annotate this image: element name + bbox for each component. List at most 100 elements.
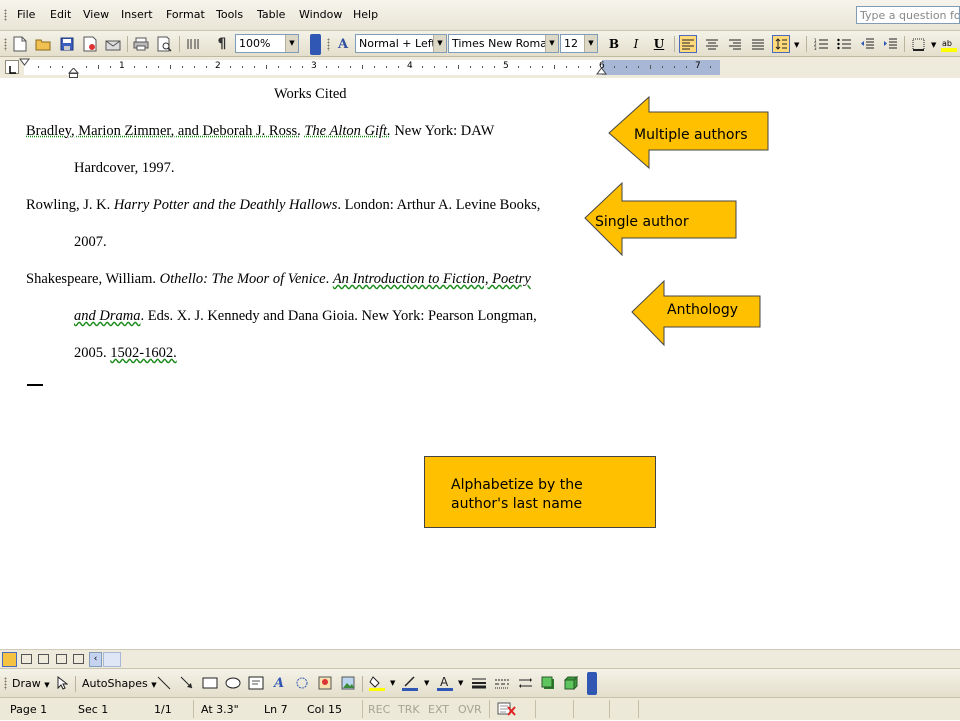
open-folder-icon[interactable] <box>34 35 52 53</box>
chevron-down-icon[interactable]: ▼ <box>931 41 936 49</box>
menu-view[interactable]: View <box>83 8 109 21</box>
status-record-macro[interactable]: REC <box>368 703 390 716</box>
rectangle-tool-icon[interactable] <box>201 674 219 692</box>
normal-view-icon[interactable] <box>2 652 17 667</box>
font-color-icon[interactable]: A <box>436 674 454 692</box>
line-tool-icon[interactable] <box>155 674 173 692</box>
arrow-tool-icon[interactable] <box>178 674 196 692</box>
oval-tool-icon[interactable] <box>224 674 242 692</box>
line-color-icon[interactable] <box>401 674 419 692</box>
toolbar-separator <box>75 676 76 692</box>
chevron-down-icon[interactable]: ▼ <box>424 679 429 687</box>
toolbar-options-icon[interactable] <box>587 672 597 695</box>
draw-menu-button[interactable]: Draw ▼ <box>12 677 50 690</box>
document-page[interactable]: Works Cited Bradley, Marion Zimmer, and … <box>0 78 960 649</box>
chevron-down-icon[interactable]: ▼ <box>584 35 597 52</box>
toolbar-separator <box>674 36 675 52</box>
menu-edit[interactable]: Edit <box>50 8 71 21</box>
wordart-tool-icon[interactable]: A <box>270 674 288 692</box>
show-formatting-icon[interactable]: ¶ <box>213 35 231 53</box>
new-document-icon[interactable] <box>11 35 29 53</box>
chevron-down-icon[interactable]: ▼ <box>433 35 446 52</box>
status-position: At 3.3" <box>201 703 239 716</box>
justify-icon[interactable] <box>749 35 767 53</box>
chevron-down-icon[interactable]: ▼ <box>458 679 463 687</box>
arrow-style-icon[interactable] <box>516 674 534 692</box>
status-line: Ln 7 <box>264 703 288 716</box>
menu-file[interactable]: File <box>17 8 35 21</box>
horizontal-ruler[interactable]: 1 2 3 4 5 6 7 <box>0 57 960 78</box>
web-layout-view-icon[interactable] <box>21 654 32 664</box>
shadow-style-icon[interactable] <box>539 674 557 692</box>
first-line-indent-marker[interactable] <box>19 58 31 66</box>
chevron-down-icon[interactable]: ▼ <box>390 679 395 687</box>
help-question-input[interactable]: Type a question for help <box>856 6 960 24</box>
citation-text: Shakespeare, William. <box>26 271 156 287</box>
citation-text: 2005. <box>74 345 107 361</box>
line-spacing-icon[interactable] <box>772 35 790 53</box>
menu-window[interactable]: Window <box>299 8 342 21</box>
save-icon[interactable] <box>58 35 76 53</box>
status-track-changes[interactable]: TRK <box>398 703 420 716</box>
decrease-indent-icon[interactable] <box>858 35 876 53</box>
menu-format[interactable]: Format <box>166 8 205 21</box>
autoshapes-menu-button[interactable]: AutoShapes ▼ <box>82 677 157 690</box>
numbering-icon[interactable]: 123 <box>812 35 830 53</box>
dash-style-icon[interactable] <box>493 674 511 692</box>
increase-indent-icon[interactable] <box>881 35 899 53</box>
bold-icon[interactable]: B <box>605 35 623 53</box>
menu-table[interactable]: Table <box>257 8 285 21</box>
menu-help[interactable]: Help <box>353 8 378 21</box>
menu-insert[interactable]: Insert <box>121 8 153 21</box>
print-preview-icon[interactable] <box>156 35 174 53</box>
chevron-down-icon[interactable]: ▼ <box>285 35 298 52</box>
status-overtype[interactable]: OVR <box>458 703 482 716</box>
toolbar-options-icon[interactable] <box>310 34 321 55</box>
status-extend-selection[interactable]: EXT <box>428 703 449 716</box>
align-right-icon[interactable] <box>726 35 744 53</box>
select-objects-icon[interactable] <box>53 674 71 692</box>
spelling-grammar-status-icon[interactable] <box>497 701 517 721</box>
permission-icon[interactable] <box>81 35 99 53</box>
outline-view-icon[interactable] <box>56 654 67 664</box>
menu-bar-grip[interactable] <box>4 9 7 21</box>
menu-tools[interactable]: Tools <box>216 8 243 21</box>
citation-shakespeare-line3: 2005. 1502-1602. <box>74 345 177 362</box>
highlight-icon[interactable]: ab <box>940 35 958 53</box>
right-indent-marker[interactable] <box>596 68 608 76</box>
scroll-left-icon[interactable]: ‹ <box>89 652 102 667</box>
align-center-icon[interactable] <box>703 35 721 53</box>
zoom-select[interactable]: 100% ▼ <box>235 34 299 53</box>
print-layout-view-icon[interactable] <box>38 654 49 664</box>
diagram-tool-icon[interactable] <box>293 674 311 692</box>
font-select[interactable]: Times New Roman ▼ <box>448 34 559 53</box>
styles-formatting-icon[interactable]: A <box>334 35 352 53</box>
font-size-select[interactable]: 12 ▼ <box>560 34 598 53</box>
toolbar-grip[interactable] <box>327 38 330 51</box>
hanging-indent-marker[interactable] <box>68 68 80 78</box>
style-select[interactable]: Normal + Left: ▼ <box>355 34 447 53</box>
email-icon[interactable] <box>104 35 122 53</box>
bullets-icon[interactable] <box>835 35 853 53</box>
draw-menu-label: Draw <box>12 677 41 690</box>
line-style-icon[interactable] <box>470 674 488 692</box>
toolbar-grip[interactable] <box>4 38 7 51</box>
italic-icon[interactable]: I <box>627 35 645 53</box>
align-left-icon[interactable] <box>679 35 697 53</box>
fill-color-icon[interactable] <box>368 674 386 692</box>
columns-icon[interactable] <box>184 35 202 53</box>
status-section: Sec 1 <box>78 703 108 716</box>
reading-layout-icon[interactable] <box>73 654 84 664</box>
insert-picture-icon[interactable] <box>339 674 357 692</box>
text-box-tool-icon[interactable] <box>247 674 265 692</box>
3d-style-icon[interactable] <box>562 674 580 692</box>
chevron-down-icon[interactable]: ▼ <box>545 35 558 52</box>
status-bar: Page 1 Sec 1 1/1 At 3.3" Ln 7 Col 15 REC… <box>0 697 960 720</box>
borders-icon[interactable] <box>909 35 927 53</box>
underline-icon[interactable]: U <box>650 35 668 53</box>
horizontal-scrollbar-thumb[interactable] <box>103 652 121 667</box>
toolbar-grip[interactable] <box>4 677 7 690</box>
print-icon[interactable] <box>132 35 150 53</box>
chevron-down-icon[interactable]: ▼ <box>794 41 799 49</box>
clip-art-icon[interactable] <box>316 674 334 692</box>
